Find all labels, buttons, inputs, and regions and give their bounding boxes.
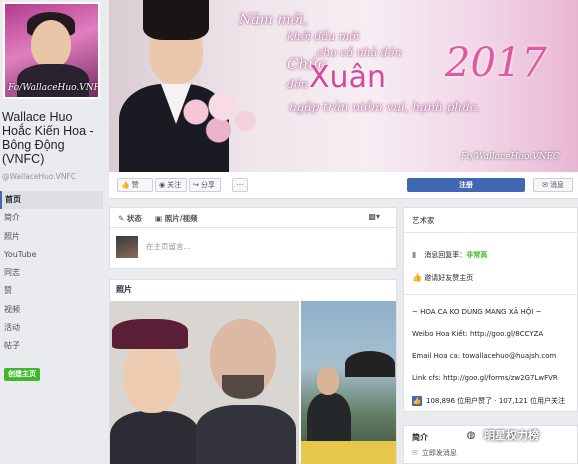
page-handle[interactable]: @WallaceHuo.VNFC — [2, 172, 76, 181]
share-icon: ↪ — [193, 181, 199, 189]
cover-text-line4: ngập tràn niềm vui, hạnh phúc. — [289, 100, 481, 114]
photo-thumbnail-1[interactable] — [110, 301, 299, 464]
sidebar-item-posts[interactable]: 帖子 — [0, 337, 103, 355]
message-button[interactable]: ✉ 消息 — [533, 178, 573, 192]
profile-face — [31, 20, 71, 68]
sidebar-item-photos[interactable]: 照片 — [0, 228, 103, 246]
create-page-button[interactable]: 创建主页 — [4, 368, 40, 381]
post-composer: ✎ 状态 ▣ 照片/视频 ▩▾ 在主页留言... — [109, 207, 397, 269]
intro-title: 简介 — [412, 433, 428, 442]
bio-line-link[interactable]: Link cfs: http://goo.gl/forms/zw2G7LwFVR — [412, 374, 558, 382]
sidebar-nav: 首页 简介 照片 YouTube 同志 赞 视频 活动 帖子 — [0, 191, 103, 356]
divider — [404, 294, 578, 295]
cover-text-year: 2017 — [445, 40, 547, 86]
send-message-label: 立即发消息 — [421, 449, 457, 457]
bio-line-email[interactable]: Email Hoa ca: towallacehuo@huajsh.com — [412, 352, 556, 360]
cover-text-xuan: Xuân — [309, 60, 386, 95]
response-label: 消息回复率： — [424, 251, 467, 259]
divider — [404, 232, 578, 233]
image-icon: ▩ — [368, 212, 376, 221]
register-button[interactable]: 注册 — [407, 178, 525, 192]
page-title[interactable]: Wallace Huo Hoắc Kiến Hoa - Bông Động (V… — [2, 110, 102, 166]
photos-title[interactable]: 照片 — [116, 284, 132, 295]
send-message-link[interactable]: ✉ 立即发消息 — [412, 448, 457, 458]
bio-line: ~ HOA CA KO DÙNG MANG XÃ HỘI ~ — [412, 308, 542, 316]
follow-button[interactable]: ◉ 关注 — [155, 178, 187, 192]
rss-icon: ◉ — [159, 181, 166, 189]
cover-hair — [143, 0, 209, 40]
sidebar-item-events[interactable]: 活动 — [0, 319, 103, 337]
about-panel: 艺术家 ▮ 消息回复率：非常高 👍 邀请好友赞主页 ~ HOA CA KO DÙ… — [403, 207, 578, 412]
photo1-person2-beard — [222, 375, 264, 399]
photo-thumbnail-3[interactable] — [301, 441, 396, 464]
avatar — [116, 236, 138, 258]
cover-text-line3: cho cả nhà đón — [317, 46, 402, 59]
thumbs-up-icon: 👍 — [412, 273, 422, 282]
sidebar-item-about[interactable]: 简介 — [0, 209, 103, 227]
cover-text-line1: Năm mới, — [239, 12, 308, 28]
messenger-icon: ✉ — [412, 449, 418, 457]
chat-bubble-icon: ▮ — [412, 250, 417, 259]
photo2-person-face — [317, 367, 339, 395]
profile-body — [17, 64, 89, 97]
tab-status-label: 状态 — [126, 214, 142, 223]
like-label: 赞 — [131, 181, 139, 189]
invite-friends-row[interactable]: 👍 邀请好友赞主页 — [412, 273, 473, 283]
cover-signature: Fo/WallaceHuo.VNFC — [461, 152, 560, 162]
profile-signature: Fo/WallaceHuo.VNFC — [8, 83, 100, 93]
cover-text-line2: khởi đầu mới — [287, 30, 360, 43]
tab-photo-label: 照片/视频 — [164, 214, 198, 223]
sidebar-item-likes[interactable]: 赞 — [0, 282, 103, 300]
photo-thumbnail-2[interactable] — [301, 301, 396, 464]
photo2-umbrella — [345, 351, 395, 377]
chevron-down-icon: ▾ — [375, 212, 380, 221]
pencil-icon: ✎ — [118, 214, 127, 223]
action-bar: 👍 赞 ◉ 关注 ↪ 分享 ··· 注册 ✉ 消息 — [109, 172, 578, 199]
sidebar-item-home[interactable]: 首页 — [0, 191, 103, 210]
profile-picture[interactable]: Fo/WallaceHuo.VNFC — [3, 2, 100, 99]
tab-status[interactable]: ✎ 状态 — [118, 213, 142, 224]
stats-text: 108,896 位用户赞了 · 107,121 位用户关注 — [426, 397, 566, 405]
watermark-text: 明星权力榜 — [484, 429, 539, 442]
bio-line-weibo[interactable]: Weibo Hoa Kiết: http://goo.gl/8CCYZA — [412, 330, 543, 338]
left-sidebar: Fo/WallaceHuo.VNFC Wallace Huo Hoắc Kiến… — [0, 0, 103, 464]
composer-options-dropdown[interactable]: ▩▾ — [368, 212, 380, 221]
photo1-cap — [112, 319, 188, 349]
cover-photo[interactable]: Năm mới, khởi đầu mới cho cả nhà đón Chú… — [109, 0, 578, 172]
watermark: ◍ 明星权力榜 — [462, 427, 539, 449]
sidebar-item-youtube[interactable]: YouTube — [0, 246, 103, 264]
photo1-person1-body — [110, 411, 200, 464]
response-rate-row: ▮ 消息回复率：非常高 — [412, 250, 487, 260]
share-button[interactable]: ↪ 分享 — [189, 178, 221, 192]
page-category[interactable]: 艺术家 — [412, 215, 435, 226]
photo1-person2-body — [196, 405, 296, 464]
cover-text-don: đón — [287, 78, 308, 91]
cover-flowers — [169, 88, 259, 148]
share-label: 分享 — [200, 181, 215, 189]
wechat-icon: ◍ — [462, 427, 480, 445]
photos-section: 照片 — [109, 279, 397, 464]
messenger-icon: ✉ — [542, 181, 548, 189]
message-label: 消息 — [549, 181, 564, 189]
like-count-icon: 👍 — [412, 396, 422, 406]
follow-label: 关注 — [167, 181, 182, 189]
response-value: 非常高 — [466, 251, 488, 259]
invite-label: 邀请好友赞主页 — [424, 274, 474, 282]
sidebar-item-tongzhi[interactable]: 同志 — [0, 264, 103, 282]
tab-photo-video[interactable]: ▣ 照片/视频 — [155, 213, 197, 224]
likes-followers-stats: 👍 108,896 位用户赞了 · 107,121 位用户关注 — [412, 396, 565, 406]
composer-tabs: ✎ 状态 ▣ 照片/视频 ▩▾ — [110, 208, 396, 228]
camera-icon: ▣ — [155, 214, 165, 223]
sidebar-item-videos[interactable]: 视频 — [0, 301, 103, 319]
like-button[interactable]: 👍 赞 — [117, 178, 153, 192]
post-input[interactable]: 在主页留言... — [146, 240, 386, 254]
thumbs-up-icon: 👍 — [121, 181, 130, 189]
more-button[interactable]: ··· — [232, 178, 248, 192]
photo1-person1-face — [124, 341, 180, 413]
